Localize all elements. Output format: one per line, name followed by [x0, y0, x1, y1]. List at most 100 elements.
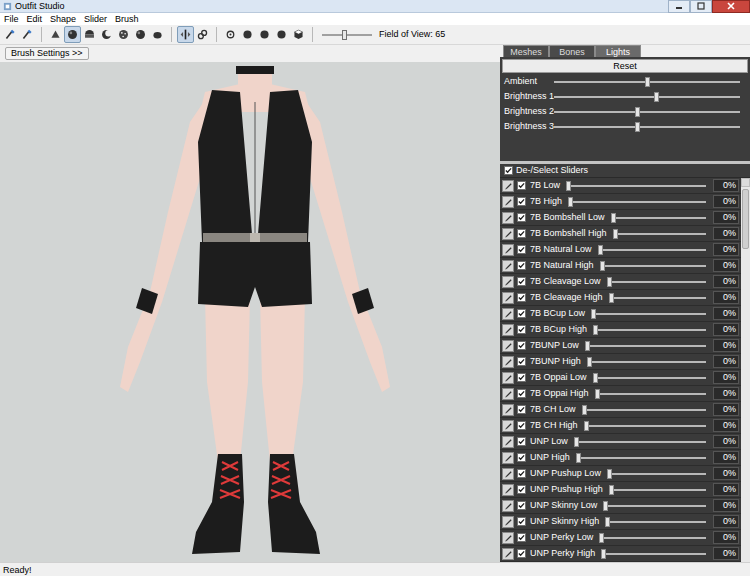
slider-track[interactable] [587, 356, 706, 368]
slider-thumb[interactable] [607, 277, 612, 287]
checkbox[interactable] [517, 469, 526, 478]
scrollbar[interactable] [741, 178, 750, 562]
brush-settings-button[interactable]: Brush Settings >> [5, 47, 89, 60]
edit-slider-button[interactable] [502, 180, 514, 192]
checkbox[interactable] [517, 197, 526, 206]
slider-track[interactable] [593, 324, 706, 336]
slider-value-box[interactable]: 0% [713, 355, 739, 368]
tool-button[interactable] [115, 26, 132, 43]
menu-item[interactable]: Edit [27, 14, 43, 25]
slider-thumb[interactable] [613, 229, 618, 239]
slider-thumb[interactable] [645, 77, 650, 87]
edit-slider-button[interactable] [502, 308, 514, 320]
slider-value-box[interactable]: 0% [713, 291, 739, 304]
checkbox[interactable] [504, 166, 513, 175]
menu-item[interactable]: File [4, 14, 19, 25]
tool-button[interactable] [64, 26, 81, 43]
slider-value-box[interactable]: 0% [713, 499, 739, 512]
slider-track[interactable] [607, 468, 706, 480]
tool-button[interactable] [149, 26, 166, 43]
slider-thumb[interactable] [611, 213, 616, 223]
slider-track[interactable] [554, 76, 740, 88]
slider-value-box[interactable]: 0% [713, 323, 739, 336]
edit-slider-button[interactable] [502, 372, 514, 384]
slider-value-box[interactable]: 0% [713, 547, 739, 560]
slider-track[interactable] [582, 404, 706, 416]
slider-thumb[interactable] [576, 453, 581, 463]
slider-track[interactable] [601, 548, 706, 560]
edit-slider-button[interactable] [502, 228, 514, 240]
slider-track[interactable] [598, 244, 706, 256]
tool-button[interactable] [256, 26, 273, 43]
edit-slider-button[interactable] [502, 340, 514, 352]
edit-slider-button[interactable] [502, 212, 514, 224]
edit-slider-button[interactable] [502, 500, 514, 512]
slider-thumb[interactable] [601, 549, 606, 559]
slider-thumb[interactable] [595, 389, 600, 399]
slider-value-box[interactable]: 0% [713, 435, 739, 448]
tool-button[interactable] [47, 26, 64, 43]
checkbox[interactable] [517, 341, 526, 350]
checkbox[interactable] [517, 405, 526, 414]
edit-slider-button[interactable] [502, 452, 514, 464]
slider-track[interactable] [609, 292, 706, 304]
checkbox[interactable] [517, 453, 526, 462]
close-button[interactable] [712, 0, 750, 13]
tab[interactable]: Meshes [503, 45, 549, 57]
checkbox[interactable] [517, 213, 526, 222]
slider-thumb[interactable] [587, 357, 592, 367]
viewport[interactable] [0, 62, 500, 562]
slider-track[interactable] [584, 420, 706, 432]
slider-track[interactable] [568, 196, 706, 208]
slider-thumb[interactable] [605, 517, 610, 527]
tool-button[interactable] [98, 26, 115, 43]
tool-button[interactable] [239, 26, 256, 43]
checkbox[interactable] [517, 437, 526, 446]
edit-slider-button[interactable] [502, 276, 514, 288]
slider-track[interactable] [603, 500, 706, 512]
tool-button[interactable] [290, 26, 307, 43]
slider-thumb[interactable] [584, 421, 589, 431]
fov-thumb[interactable] [342, 30, 347, 40]
checkbox[interactable] [517, 181, 526, 190]
edit-slider-button[interactable] [502, 532, 514, 544]
checkbox[interactable] [517, 229, 526, 238]
slider-thumb[interactable] [591, 309, 596, 319]
slider-track[interactable] [611, 212, 706, 224]
edit-slider-button[interactable] [502, 324, 514, 336]
slider-thumb[interactable] [568, 197, 573, 207]
slider-thumb[interactable] [603, 501, 608, 511]
checkbox[interactable] [517, 485, 526, 494]
edit-slider-button[interactable] [502, 420, 514, 432]
slider-value-box[interactable]: 0% [713, 275, 739, 288]
edit-slider-button[interactable] [502, 388, 514, 400]
menu-item[interactable]: Brush [115, 14, 139, 25]
slider-value-box[interactable]: 0% [713, 483, 739, 496]
menu-item[interactable]: Slider [84, 14, 107, 25]
slider-track[interactable] [595, 388, 706, 400]
slider-thumb[interactable] [598, 245, 603, 255]
slider-thumb[interactable] [582, 405, 587, 415]
slider-track[interactable] [593, 372, 706, 384]
checkbox[interactable] [517, 245, 526, 254]
slider-value-box[interactable]: 0% [713, 259, 739, 272]
slider-thumb[interactable] [585, 341, 590, 351]
select-all-label[interactable]: De-/Select Sliders [516, 165, 588, 176]
edit-slider-button[interactable] [502, 484, 514, 496]
tool-button[interactable] [81, 26, 98, 43]
tab[interactable]: Bones [549, 45, 595, 57]
slider-value-box[interactable]: 0% [713, 179, 739, 192]
maximize-button[interactable] [690, 0, 712, 13]
tool-button[interactable] [222, 26, 239, 43]
slider-track[interactable] [574, 436, 706, 448]
tab[interactable]: Lights [595, 45, 641, 57]
checkbox[interactable] [517, 549, 526, 558]
edit-slider-button[interactable] [502, 436, 514, 448]
checkbox[interactable] [517, 325, 526, 334]
checkbox[interactable] [517, 293, 526, 302]
slider-track[interactable] [600, 260, 706, 272]
slider-thumb[interactable] [600, 261, 605, 271]
slider-value-box[interactable]: 0% [713, 451, 739, 464]
slider-thumb[interactable] [654, 92, 659, 102]
slider-track[interactable] [554, 106, 740, 118]
